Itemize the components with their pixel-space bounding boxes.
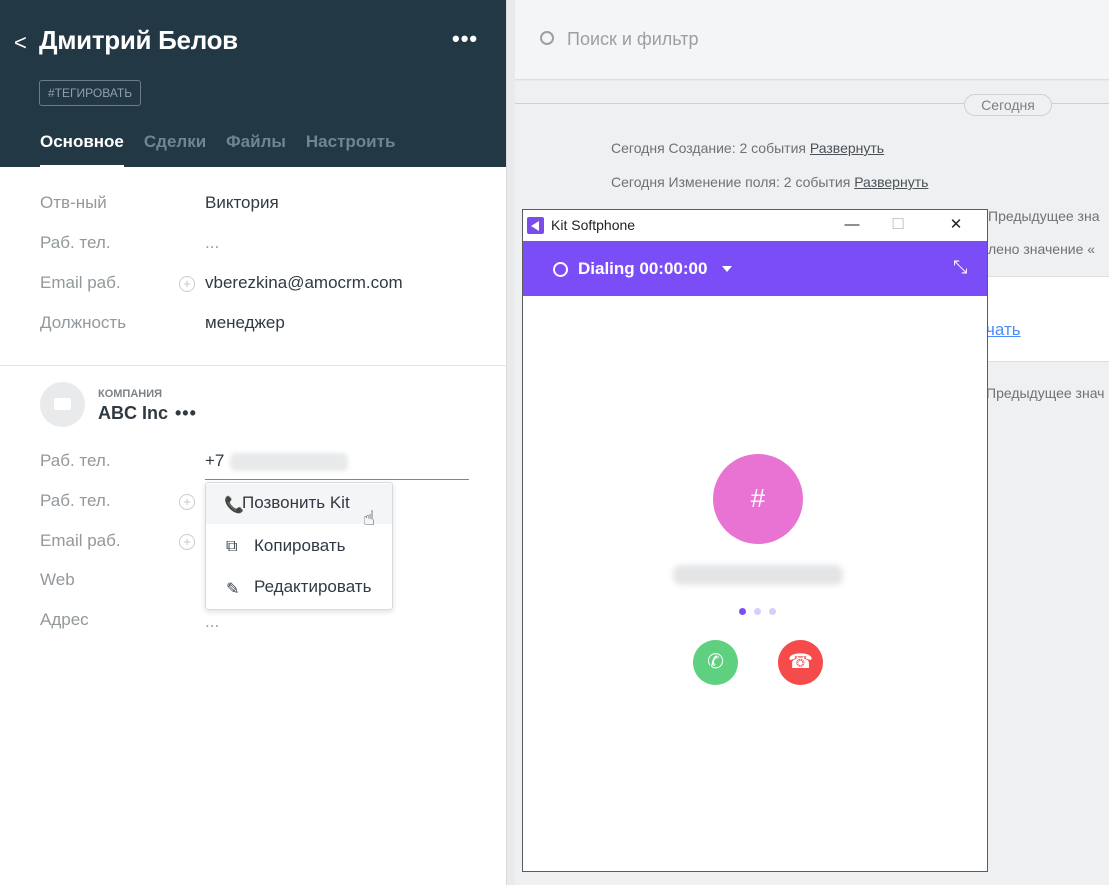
more-options-icon[interactable]: ••• — [452, 26, 478, 52]
search-icon — [540, 31, 554, 45]
collapse-icon[interactable]: ⤡ — [953, 257, 967, 278]
company-field-label-web: Web — [40, 570, 75, 589]
feed-row-new-value: лено значение « — [988, 241, 1096, 257]
search-input[interactable]: Поиск и фильтр — [567, 29, 699, 50]
tab-deals[interactable]: Сделки — [144, 132, 206, 168]
accept-call-button[interactable]: ✆ — [693, 640, 738, 685]
field-label-email: Email раб. — [40, 273, 121, 292]
caller-avatar: # — [713, 454, 803, 544]
tag-button[interactable]: #ТЕГИРОВАТЬ — [39, 80, 142, 106]
briefcase-icon — [54, 398, 71, 410]
field-value-work-phone[interactable]: ... — [205, 233, 219, 253]
copy-icon: ⧉ — [226, 538, 238, 555]
today-badge: Сегодня — [964, 94, 1052, 116]
minimize-icon[interactable]: — — [829, 210, 875, 241]
chevron-down-icon[interactable] — [722, 266, 732, 272]
contact-card: < Дмитрий Белов ••• #ТЕГИРОВАТЬ Основное… — [0, 0, 507, 885]
feed-row-previous: Предыдущее зна — [988, 208, 1100, 224]
phone-context-menu: 📞 Позвонить Kit ⧉ Копировать ✎ Редактиро… — [205, 482, 393, 610]
feed-note-card — [986, 276, 1109, 362]
dot — [739, 608, 746, 615]
softphone-window: Kit Softphone — ☐ ✕ Dialing 00:00:00 ⤡ #… — [522, 209, 988, 872]
feed-row-previous-2: Предыдущее знач — [986, 385, 1105, 401]
feed-row-changed: Сегодня Изменение поля: 2 события Развер… — [611, 174, 929, 190]
close-icon[interactable]: ✕ — [933, 210, 979, 241]
expand-link[interactable]: Развернуть — [854, 174, 928, 190]
softphone-titlebar[interactable]: Kit Softphone — ☐ ✕ — [523, 210, 987, 241]
phone-input-underline — [205, 479, 469, 480]
phone-icon: 📞 — [224, 497, 244, 514]
company-field-value-address[interactable]: ... — [205, 612, 219, 632]
tab-main[interactable]: Основное — [40, 132, 124, 168]
field-value-responsible[interactable]: Виктория — [205, 193, 279, 213]
call-status-bar: Dialing 00:00:00 ⤡ — [523, 241, 987, 296]
contact-name: Дмитрий Белов — [39, 25, 238, 55]
field-label-responsible: Отв-ный — [40, 193, 107, 212]
kit-logo-icon — [527, 217, 544, 234]
company-field-value-phone[interactable]: +7 — [205, 451, 349, 471]
tab-files[interactable]: Файлы — [226, 132, 286, 168]
status-ring-icon — [553, 262, 568, 277]
back-chevron-icon[interactable]: < — [14, 30, 27, 56]
tab-settings[interactable]: Настроить — [306, 132, 396, 168]
field-label-position: Должность — [40, 313, 127, 332]
blurred-phone — [230, 452, 349, 471]
dot — [754, 608, 761, 615]
blurred-dialed-number — [673, 565, 843, 585]
feed-row-created: Сегодня Создание: 2 события Развернуть — [611, 140, 885, 156]
hangup-call-button[interactable]: ☎ — [778, 640, 823, 685]
maximize-icon[interactable]: ☐ — [875, 210, 921, 241]
field-label-work-phone: Раб. тел. — [40, 233, 111, 252]
add-field-icon[interactable]: + — [179, 276, 195, 292]
pencil-icon: ✎ — [226, 581, 240, 598]
dialing-dots — [739, 602, 784, 620]
company-field-label-email: Email раб. — [40, 531, 121, 550]
company-field-label-phone-2: Раб. тел. — [40, 491, 111, 510]
company-field-label-address: Адрес — [40, 610, 89, 629]
menu-item-edit[interactable]: ✎ Редактировать — [206, 568, 392, 608]
phone-hangup-icon: ☎ — [788, 651, 813, 673]
field-value-email[interactable]: vberezkina@amocrm.com — [205, 273, 403, 293]
company-avatar — [40, 382, 85, 427]
expand-link[interactable]: Развернуть — [810, 140, 884, 156]
section-divider — [0, 365, 507, 366]
company-kicker: КОМПАНИЯ — [98, 388, 163, 400]
hand-cursor-icon: ☝ — [363, 508, 376, 530]
dot — [769, 608, 776, 615]
company-field-label-phone: Раб. тел. — [40, 451, 111, 470]
company-more-icon[interactable]: ••• — [175, 403, 197, 424]
feed-note-link[interactable]: чать — [986, 320, 1021, 340]
add-field-icon[interactable]: + — [179, 494, 195, 510]
field-value-position[interactable]: менеджер — [205, 313, 285, 333]
call-status[interactable]: Dialing 00:00:00 — [578, 259, 707, 279]
menu-item-copy[interactable]: ⧉ Копировать — [206, 527, 392, 567]
phone-icon: ✆ — [707, 651, 724, 673]
company-name[interactable]: ABC Inc — [98, 403, 168, 424]
contact-tabs: Основное Сделки Файлы Настроить — [40, 132, 415, 168]
contact-header: < Дмитрий Белов ••• #ТЕГИРОВАТЬ Основное… — [0, 0, 506, 168]
add-field-icon[interactable]: + — [179, 534, 195, 550]
softphone-title: Kit Softphone — [551, 217, 636, 233]
